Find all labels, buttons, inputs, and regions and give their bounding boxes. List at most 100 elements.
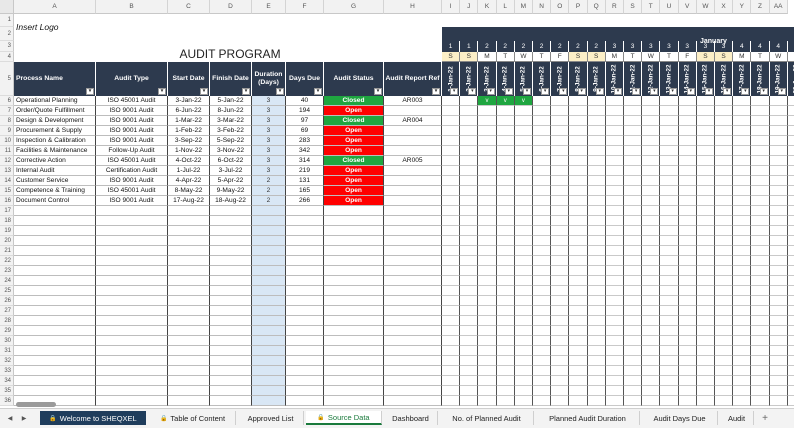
cell-ref[interactable]: AR003: [384, 96, 442, 106]
calendar-cell[interactable]: [442, 386, 461, 396]
calendar-cell[interactable]: [733, 376, 752, 386]
date-header[interactable]: 12-Jan-22 ▾: [642, 62, 661, 96]
empty-cell[interactable]: [384, 216, 442, 226]
calendar-cell[interactable]: [769, 156, 788, 166]
calendar-cell[interactable]: [642, 296, 661, 306]
cell-process[interactable]: Corrective Action: [14, 156, 96, 166]
calendar-cell[interactable]: [460, 356, 479, 366]
calendar-cell[interactable]: [569, 236, 588, 246]
calendar-cell[interactable]: [624, 96, 643, 106]
filter-dropdown-icon[interactable]: ▾: [632, 88, 641, 95]
empty-cell[interactable]: [210, 356, 252, 366]
empty-cell[interactable]: [286, 346, 324, 356]
calendar-cell[interactable]: [587, 96, 606, 106]
filter-dropdown-icon[interactable]: ▾: [200, 88, 208, 95]
empty-cell[interactable]: [168, 276, 210, 286]
empty-cell[interactable]: [252, 266, 286, 276]
calendar-cell[interactable]: [496, 306, 515, 316]
calendar-cell[interactable]: [678, 326, 697, 336]
empty-cell[interactable]: [168, 396, 210, 406]
calendar-cell[interactable]: [787, 226, 794, 236]
calendar-cell[interactable]: [605, 386, 624, 396]
calendar-cell[interactable]: [569, 286, 588, 296]
calendar-cell[interactable]: [660, 326, 679, 336]
cell-start[interactable]: 4-Oct-22: [168, 156, 210, 166]
row-header[interactable]: 24: [0, 276, 14, 286]
empty-cell[interactable]: [96, 216, 168, 226]
row-header[interactable]: 28: [0, 316, 14, 326]
empty-cell[interactable]: [14, 366, 96, 376]
calendar-cell[interactable]: [660, 396, 679, 406]
calendar-cell[interactable]: [769, 306, 788, 316]
calendar-cell[interactable]: [605, 206, 624, 216]
add-sheet-button[interactable]: +: [756, 411, 774, 425]
calendar-cell[interactable]: [733, 126, 752, 136]
calendar-cell[interactable]: [587, 366, 606, 376]
empty-cell[interactable]: [324, 356, 384, 366]
tab-nav-next[interactable]: ▶: [18, 411, 30, 425]
empty-cell[interactable]: [96, 336, 168, 346]
row-header[interactable]: 5: [0, 62, 14, 96]
row-header[interactable]: 13: [0, 166, 14, 176]
calendar-cell[interactable]: [769, 256, 788, 266]
calendar-cell[interactable]: [514, 286, 533, 296]
row-header[interactable]: 9: [0, 126, 14, 136]
filter-dropdown-icon[interactable]: ▾: [374, 88, 382, 95]
calendar-cell[interactable]: [460, 176, 479, 186]
column-header[interactable]: R: [605, 0, 624, 14]
calendar-cell[interactable]: [533, 166, 552, 176]
calendar-cell[interactable]: [496, 116, 515, 126]
calendar-cell[interactable]: [442, 306, 461, 316]
calendar-cell[interactable]: [696, 306, 715, 316]
filter-dropdown-icon[interactable]: ▾: [777, 88, 786, 95]
calendar-cell[interactable]: [442, 286, 461, 296]
calendar-cell[interactable]: [751, 246, 770, 256]
calendar-cell[interactable]: [624, 356, 643, 366]
calendar-cell[interactable]: [751, 296, 770, 306]
calendar-cell[interactable]: [533, 146, 552, 156]
calendar-cell[interactable]: [733, 186, 752, 196]
cell-ref[interactable]: [384, 176, 442, 186]
calendar-cell[interactable]: [733, 366, 752, 376]
calendar-cell[interactable]: [496, 286, 515, 296]
calendar-cell[interactable]: [605, 186, 624, 196]
calendar-cell[interactable]: [624, 186, 643, 196]
column-header[interactable]: V: [678, 0, 697, 14]
calendar-cell[interactable]: [769, 166, 788, 176]
calendar-cell[interactable]: [733, 386, 752, 396]
calendar-cell[interactable]: [624, 346, 643, 356]
calendar-cell[interactable]: [442, 246, 461, 256]
empty-cell[interactable]: [324, 376, 384, 386]
cell-process[interactable]: Internal Audit: [14, 166, 96, 176]
calendar-cell[interactable]: [551, 106, 570, 116]
cell-finish[interactable]: 3-Mar-22: [210, 116, 252, 126]
calendar-cell[interactable]: [569, 376, 588, 386]
calendar-cell[interactable]: [478, 366, 497, 376]
empty-cell[interactable]: [384, 336, 442, 346]
calendar-cell[interactable]: [478, 376, 497, 386]
date-header[interactable]: 5-Jan-22 ▾: [514, 62, 533, 96]
header-duration[interactable]: Duration (Days) ▾: [252, 62, 286, 96]
empty-cell[interactable]: [210, 256, 252, 266]
calendar-cell[interactable]: [769, 366, 788, 376]
calendar-cell[interactable]: [678, 96, 697, 106]
calendar-cell[interactable]: [496, 356, 515, 366]
calendar-cell[interactable]: [496, 226, 515, 236]
calendar-cell[interactable]: [442, 226, 461, 236]
calendar-cell[interactable]: [460, 136, 479, 146]
calendar-cell[interactable]: [478, 306, 497, 316]
calendar-cell[interactable]: [696, 356, 715, 366]
calendar-cell[interactable]: [751, 226, 770, 236]
calendar-cell[interactable]: [678, 276, 697, 286]
cell-status[interactable]: Open: [324, 186, 384, 196]
calendar-cell[interactable]: [696, 96, 715, 106]
empty-cell[interactable]: [324, 346, 384, 356]
empty-cell[interactable]: [384, 206, 442, 216]
empty-cell[interactable]: [168, 376, 210, 386]
cell-type[interactable]: Certification Audit: [96, 166, 168, 176]
calendar-cell[interactable]: [769, 316, 788, 326]
calendar-cell[interactable]: [551, 306, 570, 316]
calendar-cell[interactable]: [478, 146, 497, 156]
calendar-cell[interactable]: [551, 226, 570, 236]
calendar-cell[interactable]: [787, 206, 794, 216]
